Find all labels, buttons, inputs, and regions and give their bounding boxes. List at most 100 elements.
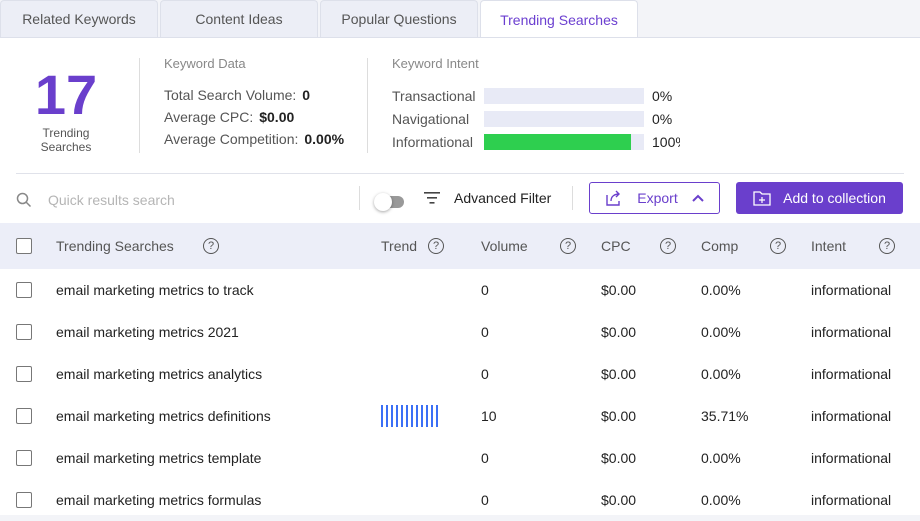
add-to-collection-label: Add to collection [783,190,886,206]
help-icon[interactable]: ? [770,238,786,254]
trend-bar [421,405,423,427]
intent-label: Transactional [392,87,476,104]
intent-cell: informational [811,408,892,424]
keyword-cell[interactable]: email marketing metrics template [56,450,261,466]
header-trend[interactable]: Trend [381,223,417,269]
header-keyword[interactable]: Trending Searches [56,223,174,269]
chevron-up-icon [692,194,704,202]
keyword-data: Keyword Data Total Search Volume: 0 Avera… [164,56,344,153]
intent-bar [484,87,644,104]
search-box [16,192,328,208]
avg-comp-value: 0.00% [304,131,345,147]
avg-comp-label: Average Competition: [164,131,299,147]
row-checkbox[interactable] [16,492,32,508]
avg-cpc-value: $0.00 [259,109,295,125]
table-row: email marketing metrics template 0 $0.00… [0,437,920,479]
comp-cell: 0.00% [701,324,741,340]
keyword-cell[interactable]: email marketing metrics to track [56,282,254,298]
advanced-filter-button[interactable]: Advanced Filter [424,190,551,206]
tab-content-ideas[interactable]: Content Ideas [160,0,318,37]
volume-cell: 0 [481,450,489,466]
comp-cell: 35.71% [701,408,749,424]
intent-cell: informational [811,324,892,340]
advanced-filter-label: Advanced Filter [454,190,552,206]
keyword-cell[interactable]: email marketing metrics definitions [56,408,271,424]
comp-cell: 0.00% [701,450,741,466]
row-checkbox[interactable] [16,408,32,424]
intent-bar [484,133,644,150]
trend-bar [431,405,433,427]
add-to-collection-button[interactable]: Add to collection [736,182,903,214]
intent-row-navigational: Navigational 0% [392,107,680,130]
keyword-data-title: Keyword Data [164,56,246,71]
filter-toggle[interactable] [374,193,404,211]
table-row: email marketing metrics definitions 10 $… [0,395,920,437]
count-value: 17 [34,63,98,126]
comp-cell: 0.00% [701,366,741,382]
volume-cell: 0 [481,324,489,340]
intent-cell: informational [811,492,892,508]
row-checkbox[interactable] [16,282,32,298]
select-all-checkbox[interactable] [16,238,32,254]
keyword-cell[interactable]: email marketing metrics analytics [56,366,262,382]
intent-percent: 0% [652,87,673,104]
filter-icon [424,192,440,204]
header-comp[interactable]: Comp [701,223,738,269]
keyword-cell[interactable]: email marketing metrics formulas [56,492,261,508]
intent-bar-fill [484,133,632,150]
trend-bar [411,405,413,427]
intent-percent: 100% [652,133,680,150]
trend-bar [416,405,418,427]
total-volume-label: Total Search Volume: [164,87,297,103]
intent-bar [484,110,644,127]
header-volume[interactable]: Volume [481,223,528,269]
cpc-cell: $0.00 [601,492,637,508]
header-intent[interactable]: Intent [811,223,846,269]
row-checkbox[interactable] [16,450,32,466]
quick-search-input[interactable] [48,192,328,208]
comp-cell: 0.00% [701,282,741,298]
row-checkbox[interactable] [16,324,32,340]
help-icon[interactable]: ? [660,238,676,254]
intent-row-transactional: Transactional 0% [392,84,680,107]
cpc-cell: $0.00 [601,324,637,340]
volume-cell: 10 [481,408,497,424]
intent-cell: informational [811,282,892,298]
help-icon[interactable]: ? [203,238,219,254]
tab-related-keywords[interactable]: Related Keywords [0,0,158,37]
toolbar: Advanced Filter Export Add to collection [0,182,920,222]
trend-bar [391,405,393,427]
divider [16,173,904,174]
divider [359,186,360,210]
tab-popular-questions[interactable]: Popular Questions [320,0,478,37]
trend-bar [386,405,388,427]
intent-row-informational: Informational 100% [392,130,680,153]
keyword-intent: Keyword Intent Transactional 0% Navigation… [392,56,680,153]
cpc-cell: $0.00 [601,366,637,382]
table-header: Trending Searches ? Trend ? Volume ? CPC… [0,223,920,269]
trend-bar [426,405,428,427]
row-checkbox[interactable] [16,366,32,382]
search-icon [16,192,32,208]
trending-count: 17 Trending Searches [16,63,116,155]
trend-bar [436,405,438,427]
header-cpc[interactable]: CPC [601,223,631,269]
folder-add-icon [753,191,771,206]
trend-bar [401,405,403,427]
intent-cell: informational [811,366,892,382]
help-icon[interactable]: ? [560,238,576,254]
total-volume-value: 0 [302,87,311,103]
keyword-cell[interactable]: email marketing metrics 2021 [56,324,239,340]
trend-bar [381,405,383,427]
volume-cell: 0 [481,366,489,382]
intent-label: Informational [392,133,473,150]
help-icon[interactable]: ? [879,238,895,254]
count-label: Trending Searches [40,126,92,154]
export-button[interactable]: Export [589,182,720,214]
export-label: Export [637,190,678,206]
help-icon[interactable]: ? [428,238,444,254]
keyword-intent-title: Keyword Intent [392,56,479,71]
table-row: email marketing metrics to track 0 $0.00… [0,269,920,311]
tab-trending-searches[interactable]: Trending Searches [480,0,638,38]
cpc-cell: $0.00 [601,408,637,424]
